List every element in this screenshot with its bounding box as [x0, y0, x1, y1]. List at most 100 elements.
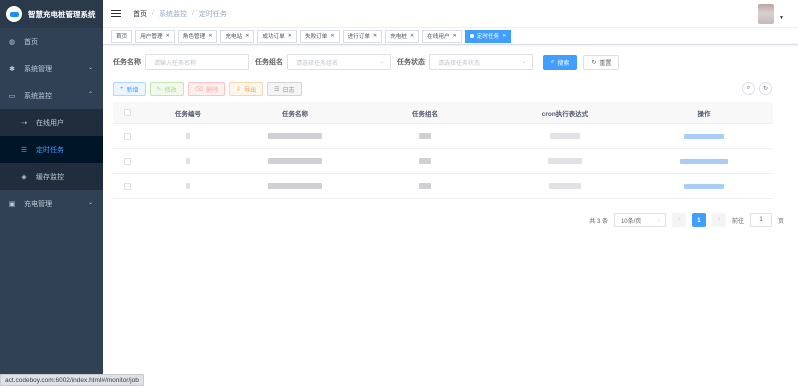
search-icon: ⌕: [551, 58, 555, 65]
search-toggle-icon[interactable]: ⌕: [742, 82, 755, 95]
table-header: 任务编号 任务名称 任务组名 cron执行表达式 操作: [113, 102, 773, 124]
job-status-select[interactable]: 请选择任务状态 ⌄: [429, 54, 533, 70]
app-title: 智慧充电桩管理系统: [28, 9, 96, 19]
job-table: 任务编号 任务名称 任务组名 cron执行表达式 操作: [113, 102, 773, 199]
close-icon: ✕: [502, 33, 507, 39]
hamburger-icon[interactable]: [111, 9, 121, 18]
pagination-total: 共 3 条: [589, 218, 608, 225]
prev-page-button[interactable]: ‹: [671, 213, 686, 227]
refresh-icon[interactable]: ↻: [759, 82, 772, 95]
avatar[interactable]: [758, 4, 774, 24]
logo-icon: [6, 6, 22, 22]
chevron-down-icon: ⌄: [379, 59, 384, 65]
redacted-text: [419, 133, 431, 139]
search-button[interactable]: ⌕ 搜索: [543, 54, 578, 70]
navbar: 首页 / 系统监控 / 定时任务 ▼: [103, 0, 798, 28]
job-icon: ☰: [20, 146, 28, 154]
sidebar-item-charge[interactable]: ▣ 充电管理 ⌄: [0, 190, 103, 217]
redacted-text: [186, 133, 190, 139]
sidebar-item-system[interactable]: ✱ 系统管理 ⌄: [0, 55, 103, 82]
redacted-text: [419, 158, 431, 164]
tag-success-orders[interactable]: 成功订单 ✕: [257, 29, 297, 43]
redacted-text: [419, 183, 431, 189]
edit-icon: ✎: [156, 86, 162, 93]
caret-down-icon[interactable]: ▼: [779, 15, 784, 21]
logo[interactable]: 智慧充电桩管理系统: [0, 0, 103, 28]
close-icon: ✕: [208, 33, 213, 39]
chevron-down-icon: ⌄: [521, 59, 526, 65]
sidebar-item-cache[interactable]: ◈ 缓存监控: [0, 163, 103, 190]
tag-station[interactable]: 充电站 ✕: [220, 29, 255, 43]
tag-home[interactable]: 首页: [111, 29, 133, 43]
export-button[interactable]: ⇩ 导出: [229, 82, 264, 96]
log-button[interactable]: ☰ 日志: [267, 82, 302, 96]
goto-label: 前往: [731, 218, 744, 225]
search-form: 任务名称 请输入任务名称 任务组名 请选择任务组名 ⌄ 任务状态 请选择任务状态 ⌄…: [113, 54, 620, 70]
job-name-label: 任务名称: [113, 59, 141, 66]
gear-icon: ✱: [9, 65, 15, 73]
close-icon: ✕: [287, 33, 292, 39]
charge-icon: ▣: [8, 200, 16, 208]
sidebar-item-home[interactable]: ◍ 首页: [0, 28, 103, 55]
job-status-label: 任务状态: [397, 59, 425, 66]
row-checkbox[interactable]: [123, 157, 131, 165]
tag-failed-orders[interactable]: 失败订单 ✕: [299, 29, 340, 43]
tag-running-orders[interactable]: 进行订单 ✕: [342, 29, 383, 43]
select-all-checkbox[interactable]: [123, 109, 131, 116]
breadcrumb-current: 定时任务: [198, 10, 227, 18]
plus-icon: +: [120, 86, 124, 92]
sidebar-item-online-users[interactable]: ⇢ 在线用户: [0, 109, 103, 136]
row-actions[interactable]: [684, 133, 724, 139]
col-job-id: 任务编号: [175, 110, 201, 118]
delete-button[interactable]: ⌫ 删除: [187, 82, 226, 96]
submenu-monitor: ⇢ 在线用户 ☰ 定时任务 ◈ 缓存监控: [0, 109, 103, 190]
row-actions[interactable]: [680, 158, 728, 164]
job-group-select[interactable]: 请选择任务组名 ⌄: [287, 54, 391, 70]
sidebar: 智慧充电桩管理系统 ◍ 首页 ✱ 系统管理 ⌄ ▭ 系统监控 ⌃ ⇢ 在线用户 …: [0, 0, 103, 386]
sidebar-item-monitor[interactable]: ▭ 系统监控 ⌃: [0, 82, 103, 109]
right-toolbar: ⌕ ↻: [742, 82, 772, 95]
breadcrumb-home[interactable]: 首页: [133, 9, 147, 19]
sidebar-item-jobs[interactable]: ☰ 定时任务: [0, 136, 103, 163]
add-button[interactable]: + 新增: [113, 82, 146, 96]
row-checkbox[interactable]: [123, 182, 131, 190]
redacted-text: [268, 158, 322, 164]
tag-role[interactable]: 角色管理 ✕: [177, 29, 218, 43]
browser-status-bar: act.codeboy.com:6002/index.html#/monitor…: [0, 374, 144, 386]
close-icon: ✕: [409, 33, 415, 39]
goto-page-input[interactable]: 1: [749, 213, 772, 227]
table-row[interactable]: [113, 174, 773, 199]
breadcrumb-monitor: 系统监控: [158, 10, 187, 18]
col-cron: cron执行表达式: [541, 110, 589, 118]
table-row[interactable]: [113, 124, 773, 149]
redis-icon: ◈: [21, 173, 27, 181]
download-icon: ⇩: [236, 86, 242, 93]
dashboard-icon: ◍: [8, 38, 16, 46]
tag-online-users[interactable]: 在线用户 ✕: [422, 29, 462, 43]
row-checkbox[interactable]: [123, 132, 131, 140]
page-number[interactable]: 1: [691, 213, 706, 227]
close-icon: ✕: [452, 33, 457, 39]
tag-jobs[interactable]: 定时任务 ✕: [464, 29, 512, 43]
page-size-select[interactable]: 10条/页 ⌄: [613, 213, 666, 227]
refresh-icon: ↻: [591, 59, 597, 66]
edit-button[interactable]: ✎ 修改: [149, 82, 184, 96]
job-name-input[interactable]: 请输入任务名称: [145, 54, 249, 70]
row-actions[interactable]: [684, 183, 724, 189]
chevron-up-icon: ⌃: [87, 92, 93, 98]
redacted-text: [268, 183, 322, 189]
tag-pile[interactable]: 充电桩 ✕: [385, 29, 420, 43]
next-page-button[interactable]: ›: [711, 213, 726, 227]
chevron-down-icon: ⌄: [87, 200, 93, 206]
tag-user[interactable]: 用户管理 ✕: [135, 29, 175, 43]
trash-icon: ⌫: [194, 86, 204, 93]
action-toolbar: + 新增 ✎ 修改 ⌫ 删除 ⇩ 导出 ☰ 日志: [113, 82, 302, 96]
reset-button[interactable]: ↻ 重置: [583, 54, 620, 70]
redacted-text: [268, 133, 322, 139]
chevron-down-icon: ⌄: [656, 217, 661, 223]
tags-view: 首页 用户管理 ✕ 角色管理 ✕ 充电站 ✕ 成功订单 ✕ 失败订单 ✕ 进行订单 ✕ 充电…: [103, 28, 798, 45]
chevron-down-icon: ⌄: [87, 65, 93, 71]
close-icon: ✕: [330, 33, 335, 39]
list-icon: ☰: [274, 86, 280, 93]
table-row[interactable]: [113, 149, 773, 174]
